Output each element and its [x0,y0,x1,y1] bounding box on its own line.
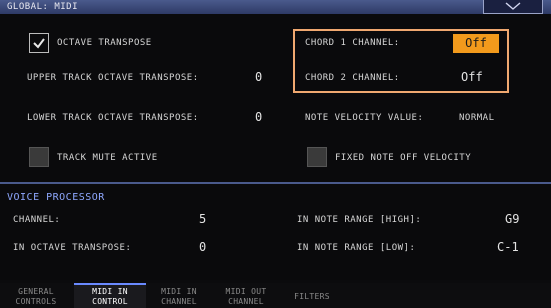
octave-transpose-label: OCTAVE TRANSPOSE [57,38,152,48]
lower-track-octave-value[interactable]: 0 [255,110,262,124]
vp-octave-value[interactable]: 0 [199,240,206,254]
vp-channel-value[interactable]: 5 [199,212,206,226]
tab-midi-in-channel[interactable]: MIDI IN CHANNEL [146,283,212,308]
vp-octave-label: IN OCTAVE TRANSPOSE: [13,243,132,253]
tab-label-line2: CHANNEL [228,297,264,306]
octave-transpose-checkbox[interactable] [29,33,49,53]
tab-midi-in-control[interactable]: MIDI IN CONTROL [74,283,146,308]
chord1-channel-value[interactable]: Off [453,34,499,53]
tab-label-line1: MIDI OUT [225,287,267,296]
vp-channel-label: CHANNEL: [13,215,61,225]
page-title: GLOBAL: MIDI [7,2,79,12]
tab-label-line1: GENERAL [18,287,54,296]
lower-track-octave-label: LOWER TRACK OCTAVE TRANSPOSE: [27,113,199,123]
vp-range-high-value[interactable]: G9 [505,212,519,226]
note-velocity-label: NOTE VELOCITY VALUE: [305,113,424,123]
upper-track-octave-value[interactable]: 0 [255,70,262,84]
tab-label-line2: CHANNEL [161,297,197,306]
vp-range-low-label: IN NOTE RANGE [LOW]: [297,243,416,253]
vp-range-low-value[interactable]: C-1 [497,240,519,254]
tab-label-line2: CONTROL [92,297,128,306]
note-velocity-value[interactable]: NORMAL [459,113,495,123]
tab-label-line1: MIDI IN [161,287,197,296]
track-mute-checkbox[interactable] [29,147,49,167]
tab-midi-out-channel[interactable]: MIDI OUT CHANNEL [212,283,280,308]
fixed-note-off-checkbox[interactable] [307,147,327,167]
tab-label: FILTERS [294,292,330,301]
tab-general-controls[interactable]: GENERAL CONTROLS [0,283,72,308]
upper-track-octave-label: UPPER TRACK OCTAVE TRANSPOSE: [27,73,199,83]
tab-filters[interactable]: FILTERS [280,283,344,308]
vp-range-high-label: IN NOTE RANGE [HIGH]: [297,215,422,225]
chord2-channel-value[interactable]: Off [461,70,483,84]
tab-label-line1: MIDI IN [92,287,128,296]
chord2-channel-label: CHORD 2 CHANNEL: [305,73,400,83]
chevron-down-icon [505,2,521,10]
track-mute-label: TRACK MUTE ACTIVE [57,153,158,163]
checkmark-icon [33,38,45,49]
title-bar: GLOBAL: MIDI [0,0,551,14]
fixed-note-off-label: FIXED NOTE OFF VELOCITY [335,153,472,163]
chord1-channel-label: CHORD 1 CHANNEL: [305,38,400,48]
page-menu-button[interactable] [483,0,543,14]
voice-processor-title: VOICE PROCESSOR [7,192,105,203]
tab-label-line2: CONTROLS [15,297,57,306]
